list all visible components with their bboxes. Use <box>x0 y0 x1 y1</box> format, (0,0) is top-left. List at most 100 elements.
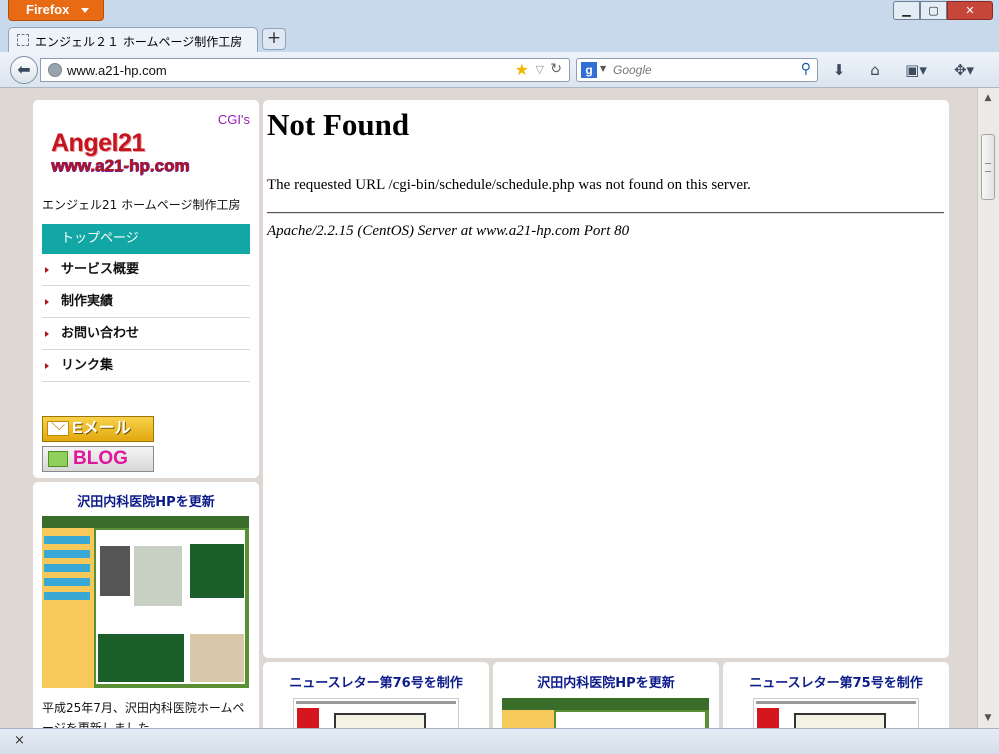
thumb-staff-photo <box>190 634 244 682</box>
thumb-photo <box>100 546 130 596</box>
window-titlebar: Firefox ▁ ▢ ✕ <box>0 0 999 24</box>
thumb-green-panel <box>98 634 184 682</box>
site-thumbnail[interactable] <box>42 516 249 688</box>
news-card-sawada: 沢田内科医院HPを更新 <box>493 662 719 728</box>
url-bar[interactable]: www.a21-hp.com ★ ▽ ↻ <box>40 58 570 82</box>
thumb-page <box>556 712 705 728</box>
sidebar-item-top[interactable]: トップページ <box>42 224 250 254</box>
reload-icon[interactable]: ↻ <box>550 61 562 77</box>
back-arrow-icon[interactable]: ⬅ <box>10 56 38 84</box>
google-icon[interactable]: g <box>581 62 597 78</box>
blog-button-label: BLOG <box>73 448 128 469</box>
logo-line2: www.a21-hp.com <box>51 156 190 175</box>
navigation-toolbar: ⬅ www.a21-hp.com ★ ▽ ↻ g ▼ Google ⚲ ⬇ ⌂ … <box>0 52 999 88</box>
addon-menu-icon[interactable]: ✥▾ <box>944 60 984 80</box>
newsletter-thumbnail[interactable] <box>753 698 919 728</box>
tab-title: エンジェル２１ ホームページ制作工房 <box>35 35 243 49</box>
news-card-newsletter-76: ニュースレター第76号を制作 <box>263 662 489 728</box>
sidebar-item-contact[interactable]: お問い合わせ <box>42 318 250 350</box>
logo-line1: Angel21 <box>51 129 145 157</box>
error-message: The requested URL /cgi-bin/schedule/sche… <box>267 177 751 193</box>
close-window-icon[interactable]: ✕ <box>947 1 993 20</box>
search-placeholder: Google <box>613 63 652 77</box>
sidebar-item-links[interactable]: リンク集 <box>42 350 250 382</box>
search-input[interactable]: g ▼ Google ⚲ <box>576 58 818 82</box>
sidebar-item-label: お問い合わせ <box>61 326 140 341</box>
thumb-strip <box>296 701 456 704</box>
sidebar-item-label: リンク集 <box>61 358 114 373</box>
sidebar-item-label: サービス概要 <box>61 262 140 277</box>
divider <box>267 212 944 214</box>
thumb-logo <box>757 708 779 728</box>
site-thumbnail[interactable] <box>502 698 709 728</box>
page-icon <box>17 34 29 46</box>
chevron-down-icon <box>81 8 89 13</box>
thumb-header <box>502 698 709 710</box>
news-title-link[interactable]: 沢田内科医院HPを更新 <box>33 491 259 510</box>
sidebar-item-label: トップページ <box>61 231 139 246</box>
url-text: www.a21-hp.com <box>67 63 167 78</box>
arrow-right-icon <box>45 299 49 305</box>
maximize-icon[interactable]: ▢ <box>920 1 947 20</box>
scroll-up-icon[interactable]: ▲ <box>981 90 995 106</box>
arrow-right-icon <box>45 267 49 273</box>
download-icon[interactable]: ⬇ <box>828 60 850 80</box>
firefox-button-label: Firefox <box>26 2 70 17</box>
window-controls: ▁ ▢ ✕ <box>893 1 993 20</box>
thumb-nav-row <box>44 592 90 600</box>
email-button[interactable]: Eメール <box>42 416 154 442</box>
sidebar: CGI's Angel21 www.a21-hp.com エンジェル21 ホーム… <box>33 100 259 478</box>
blog-button[interactable]: BLOG <box>42 446 154 472</box>
envelope-icon <box>47 421 69 436</box>
server-signature: Apache/2.2.15 (CentOS) Server at www.a21… <box>267 223 630 239</box>
email-button-label: Eメール <box>72 420 131 437</box>
thumb-nav <box>502 710 554 728</box>
thumb-nav-row <box>44 550 90 558</box>
thumb-title-box <box>334 713 426 728</box>
page-viewport: CGI's Angel21 www.a21-hp.com エンジェル21 ホーム… <box>0 88 977 728</box>
firefox-menu-button[interactable]: Firefox <box>8 0 104 21</box>
sidebar-item-label: 制作実績 <box>61 294 114 309</box>
new-tab-button[interactable]: + <box>262 28 286 50</box>
vertical-scrollbar[interactable]: ▲ ▼ <box>977 88 999 728</box>
scroll-down-icon[interactable]: ▼ <box>981 710 995 726</box>
sidebar-item-services[interactable]: サービス概要 <box>42 254 250 286</box>
tab-angel21[interactable]: エンジェル２１ ホームページ制作工房 <box>8 27 258 52</box>
site-tagline: エンジェル21 ホームページ制作工房 <box>42 198 241 212</box>
home-icon[interactable]: ⌂ <box>864 60 886 80</box>
arrow-right-icon <box>45 331 49 337</box>
thumb-strip <box>756 701 916 704</box>
thumb-nav-row <box>44 564 90 572</box>
minimize-icon[interactable]: ▁ <box>893 1 920 20</box>
search-engine-dropdown-icon[interactable]: ▼ <box>600 64 606 73</box>
bookmarks-menu-icon[interactable]: ▣▾ <box>900 60 932 80</box>
news-card-newsletter-75: ニュースレター第75号を制作 <box>723 662 949 728</box>
news-body: 平成25年7月、沢田内科医院ホームページを更新しました。 <box>42 701 245 728</box>
addon-bar: × <box>0 728 999 754</box>
news-title-link[interactable]: ニュースレター第75号を制作 <box>723 672 949 691</box>
bookmark-star-icon[interactable]: ★ <box>515 60 529 79</box>
thumb-text <box>134 546 182 606</box>
thumb-map <box>190 544 244 598</box>
thumb-title-box <box>794 713 886 728</box>
news-card-left: 沢田内科医院HPを更新 平成25年7月、沢田内科医院ホームページを更新しました。 <box>33 482 259 728</box>
arrow-right-icon <box>45 363 49 369</box>
main-content: Not Found The requested URL /cgi-bin/sch… <box>263 100 949 658</box>
tab-strip: エンジェル２１ ホームページ制作工房 + <box>0 24 999 52</box>
scroll-thumb[interactable] <box>981 134 995 200</box>
sidebar-item-works[interactable]: 制作実績 <box>42 286 250 318</box>
thumb-header <box>42 516 249 528</box>
thumb-logo <box>297 708 319 728</box>
magnifier-icon[interactable]: ⚲ <box>801 61 811 77</box>
news-title-link[interactable]: ニュースレター第76号を制作 <box>263 672 489 691</box>
globe-icon <box>48 63 62 77</box>
url-history-dropdown-icon[interactable]: ▽ <box>536 63 544 76</box>
newsletter-thumbnail[interactable] <box>293 698 459 728</box>
news-title-link[interactable]: 沢田内科医院HPを更新 <box>493 672 719 691</box>
thumb-nav-row <box>44 578 90 586</box>
page-title: Not Found <box>267 107 410 142</box>
sidebar-menu: トップページ サービス概要 制作実績 お問い合わせ リンク集 <box>42 224 250 382</box>
angel21-logo[interactable]: Angel21 www.a21-hp.com <box>49 129 219 185</box>
close-addon-bar-icon[interactable]: × <box>14 733 25 748</box>
cgi-link[interactable]: CGI's <box>218 112 250 127</box>
